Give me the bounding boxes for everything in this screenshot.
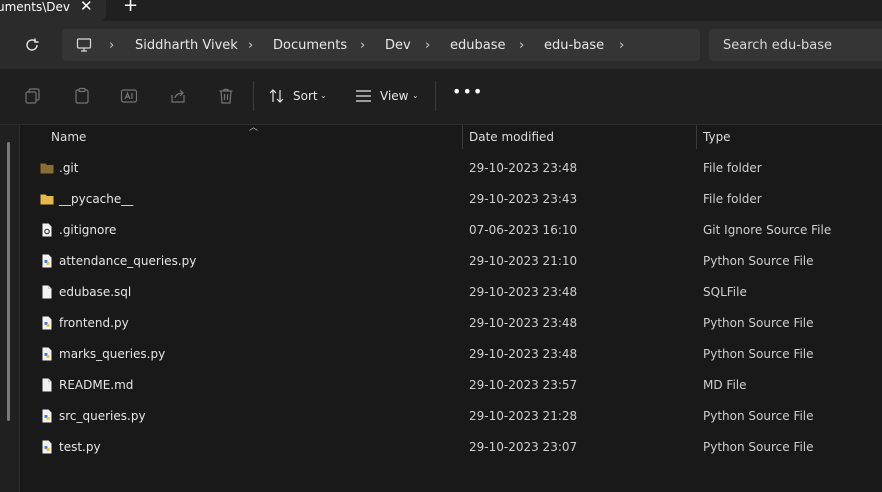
file-row[interactable]: edubase.sql 29-10-2023 23:48 SQLFile bbox=[20, 277, 882, 308]
file-date-modified: 07-06-2023 16:10 bbox=[469, 223, 578, 237]
folder-icon bbox=[40, 161, 54, 175]
file-type: Python Source File bbox=[703, 440, 814, 454]
rename-icon[interactable] bbox=[120, 87, 138, 105]
breadcrumb-item-documents[interactable]: Documents bbox=[273, 38, 347, 53]
python-file-icon bbox=[40, 316, 54, 330]
chevron-right-icon[interactable]: › bbox=[360, 38, 365, 53]
sort-icon bbox=[269, 89, 284, 103]
file-type: File folder bbox=[703, 192, 762, 206]
tab-strip: Documents\Dev ✕ + bbox=[0, 0, 882, 21]
file-row[interactable]: test.py 29-10-2023 23:07 Python Source Fil… bbox=[20, 432, 882, 463]
python-file-icon bbox=[40, 347, 54, 361]
sort-ascending-icon: ︿ bbox=[249, 123, 259, 133]
file-name: .git bbox=[59, 161, 79, 175]
chevron-right-icon[interactable]: › bbox=[248, 38, 253, 53]
column-header-row: ︿ Name Date modified Type bbox=[20, 123, 882, 149]
file-row[interactable]: README.md 29-10-2023 23:57 MD File bbox=[20, 370, 882, 401]
file-name: test.py bbox=[59, 440, 101, 454]
python-file-icon bbox=[40, 409, 54, 423]
chevron-down-icon: ⌄ bbox=[320, 91, 327, 100]
breadcrumb-item-dev[interactable]: Dev bbox=[385, 38, 411, 53]
file-type: MD File bbox=[703, 378, 747, 392]
chevron-right-icon[interactable]: › bbox=[109, 38, 114, 53]
toolbar-divider bbox=[253, 81, 254, 111]
file-date-modified: 29-10-2023 21:10 bbox=[469, 254, 578, 268]
chevron-right-icon[interactable]: › bbox=[619, 38, 624, 53]
breadcrumb[interactable]: › Siddharth Vivek › Documents › Dev › ed… bbox=[62, 29, 700, 61]
breadcrumb-item-edubase[interactable]: edubase bbox=[450, 38, 505, 53]
file-date-modified: 29-10-2023 23:48 bbox=[469, 316, 578, 330]
file-date-modified: 29-10-2023 23:48 bbox=[469, 347, 578, 361]
folder-icon bbox=[40, 192, 54, 206]
file-name: .gitignore bbox=[59, 223, 117, 237]
breadcrumb-item-edu-base[interactable]: edu-base bbox=[544, 38, 604, 53]
view-label: View bbox=[380, 89, 409, 103]
search-placeholder: Search edu-base bbox=[723, 38, 832, 53]
file-date-modified: 29-10-2023 23:07 bbox=[469, 440, 578, 454]
chevron-down-icon: ⌄ bbox=[412, 91, 419, 100]
refresh-icon[interactable] bbox=[24, 37, 40, 53]
file-date-modified: 29-10-2023 23:48 bbox=[469, 285, 578, 299]
address-bar-row: › Siddharth Vivek › Documents › Dev › ed… bbox=[0, 21, 882, 69]
file-type: SQLFile bbox=[703, 285, 747, 299]
tab-active[interactable]: Documents\Dev ✕ bbox=[0, 0, 106, 21]
this-pc-icon[interactable] bbox=[76, 37, 92, 53]
file-type: Python Source File bbox=[703, 316, 814, 330]
more-options-button[interactable]: ••• bbox=[452, 84, 482, 103]
python-file-icon bbox=[40, 254, 54, 268]
file-row[interactable]: attendance_queries.py 29-10-2023 21:10 Pyt… bbox=[20, 246, 882, 277]
file-type: Python Source File bbox=[703, 409, 814, 423]
view-icon bbox=[356, 90, 371, 102]
column-divider[interactable] bbox=[462, 125, 463, 149]
file-date-modified: 29-10-2023 23:43 bbox=[469, 192, 578, 206]
file-row[interactable]: .git 29-10-2023 23:48 File folder bbox=[20, 153, 882, 184]
column-header-date-modified[interactable]: Date modified bbox=[469, 130, 554, 144]
paste-icon[interactable] bbox=[73, 87, 91, 105]
delete-icon[interactable] bbox=[217, 87, 235, 105]
file-type: Python Source File bbox=[703, 347, 814, 361]
file-name: edubase.sql bbox=[59, 285, 132, 299]
navigation-pane bbox=[0, 125, 20, 492]
file-type: Git Ignore Source File bbox=[703, 223, 832, 237]
file-row[interactable]: src_queries.py 29-10-2023 21:28 Python Sou… bbox=[20, 401, 882, 432]
tab-title: Documents\Dev bbox=[0, 0, 70, 14]
file-date-modified: 29-10-2023 21:28 bbox=[469, 409, 578, 423]
file-row[interactable]: marks_queries.py 29-10-2023 23:48 Python S… bbox=[20, 339, 882, 370]
file-icon bbox=[40, 378, 54, 392]
new-tab-icon[interactable]: + bbox=[123, 0, 138, 15]
chevron-right-icon[interactable]: › bbox=[425, 38, 430, 53]
python-file-icon bbox=[40, 440, 54, 454]
column-header-type[interactable]: Type bbox=[703, 130, 731, 144]
column-divider[interactable] bbox=[696, 125, 697, 149]
file-name: src_queries.py bbox=[59, 409, 146, 423]
close-icon[interactable]: ✕ bbox=[80, 0, 93, 14]
chevron-right-icon[interactable]: › bbox=[519, 38, 524, 53]
file-name: __pycache__ bbox=[59, 192, 134, 206]
sort-label: Sort bbox=[293, 89, 318, 103]
file-type: File folder bbox=[703, 161, 762, 175]
toolbar-divider bbox=[435, 81, 436, 111]
file-date-modified: 29-10-2023 23:48 bbox=[469, 161, 578, 175]
file-name: frontend.py bbox=[59, 316, 129, 330]
file-date-modified: 29-10-2023 23:57 bbox=[469, 378, 578, 392]
file-name: README.md bbox=[59, 378, 134, 392]
settings-file-icon bbox=[40, 223, 54, 237]
command-bar: Sort ⌄ View ⌄ ••• bbox=[0, 69, 882, 125]
share-icon[interactable] bbox=[169, 87, 187, 105]
nav-scrollbar[interactable] bbox=[7, 142, 10, 421]
file-row[interactable]: __pycache__ 29-10-2023 23:43 File folder bbox=[20, 184, 882, 215]
file-type: Python Source File bbox=[703, 254, 814, 268]
file-list-pane: ︿ Name Date modified Type .git 29-10-2023… bbox=[0, 123, 882, 492]
file-row[interactable]: .gitignore 07-06-2023 16:10 Git Ignore Sou… bbox=[20, 215, 882, 246]
copy-icon[interactable] bbox=[24, 87, 42, 105]
file-row[interactable]: frontend.py 29-10-2023 23:48 Python Source… bbox=[20, 308, 882, 339]
column-header-name[interactable]: Name bbox=[51, 130, 86, 144]
search-input[interactable]: Search edu-base bbox=[709, 29, 882, 61]
file-name: attendance_queries.py bbox=[59, 254, 197, 268]
file-name: marks_queries.py bbox=[59, 347, 166, 361]
file-icon bbox=[40, 285, 54, 299]
breadcrumb-item-siddharth-vivek[interactable]: Siddharth Vivek bbox=[135, 38, 238, 53]
